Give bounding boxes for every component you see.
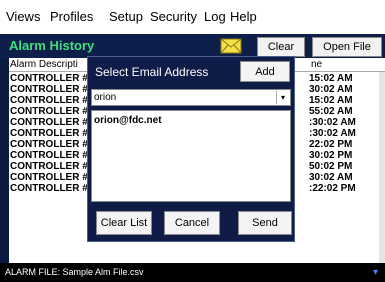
- add-button[interactable]: Add: [240, 61, 290, 82]
- alarm-time-cell: 30:02 AM: [309, 172, 353, 183]
- clear-list-button[interactable]: Clear List: [96, 211, 152, 235]
- status-text: ALARM FILE: Sample Alm File.csv: [5, 267, 144, 277]
- status-indicator-icon: ▾: [373, 267, 379, 278]
- column-header-description[interactable]: Alarm Descripti: [10, 59, 78, 70]
- menu-log[interactable]: Log: [204, 9, 226, 25]
- status-bar: ALARM FILE: Sample Alm File.csv ▾: [0, 263, 385, 282]
- window-titlebar: Alarm History Clear Open File: [0, 34, 385, 58]
- alarm-description-cell: CONTROLLER #: [10, 128, 88, 139]
- alarm-time-cell: 22:02 PM: [309, 139, 353, 150]
- cancel-button[interactable]: Cancel: [164, 211, 220, 235]
- dialog-title: Select Email Address: [95, 65, 209, 79]
- vertical-scrollbar[interactable]: [379, 72, 385, 263]
- alarm-description-cell: CONTROLLER #: [10, 183, 88, 194]
- alarm-time-cell: 15:02 AM: [309, 73, 353, 84]
- column-header-time[interactable]: ne: [311, 59, 322, 70]
- open-file-button[interactable]: Open File: [312, 37, 382, 57]
- alarm-description-cell: CONTROLLER #: [10, 139, 88, 150]
- alarm-time-cell: 15:02 AM: [309, 95, 353, 106]
- menu-security[interactable]: Security: [150, 9, 197, 25]
- email-list-item[interactable]: orion@fdc.net: [94, 115, 162, 126]
- alarm-time-cell: 50:02 PM: [309, 161, 353, 172]
- alarm-time-cell: 55:02 AM: [309, 106, 353, 117]
- select-email-dialog: Select Email Address Add orion ▾ orion@f…: [87, 56, 295, 242]
- menu-bar: Views Profiles Setup Security Log Help: [0, 0, 385, 34]
- alarm-time-cell: 30:02 AM: [309, 84, 353, 95]
- email-combo-value: orion: [94, 92, 117, 103]
- email-address-combo[interactable]: orion ▾: [91, 89, 291, 106]
- alarm-time-cell: :22:02 PM: [309, 183, 356, 194]
- clear-button[interactable]: Clear: [257, 37, 305, 57]
- alarm-description-cell: CONTROLLER #: [10, 117, 88, 128]
- window-title: Alarm History: [9, 38, 95, 53]
- menu-profiles[interactable]: Profiles: [50, 9, 93, 25]
- email-icon[interactable]: [220, 38, 242, 54]
- alarm-description-cell: CONTROLLER #: [10, 106, 88, 117]
- alarm-description-cell: CONTROLLER #: [10, 150, 88, 161]
- alarm-description-cell: CONTROLLER #: [10, 84, 88, 95]
- alarm-time-cell: :30:02 AM: [309, 128, 356, 139]
- send-button[interactable]: Send: [238, 211, 292, 235]
- alarm-time-cell: :30:02 AM: [309, 117, 356, 128]
- alarm-description-cell: CONTROLLER #: [10, 95, 88, 106]
- alarm-description-cell: CONTROLLER #: [10, 172, 88, 183]
- menu-help[interactable]: Help: [230, 9, 257, 25]
- menu-setup[interactable]: Setup: [109, 9, 143, 25]
- menu-views[interactable]: Views: [6, 9, 40, 25]
- alarm-description-cell: CONTROLLER #: [10, 161, 88, 172]
- dropdown-arrow-icon[interactable]: ▾: [276, 91, 289, 104]
- alarm-time-cell: 30:02 PM: [309, 150, 353, 161]
- alarm-description-cell: CONTROLLER #: [10, 73, 88, 84]
- email-address-list[interactable]: orion@fdc.net: [91, 110, 291, 202]
